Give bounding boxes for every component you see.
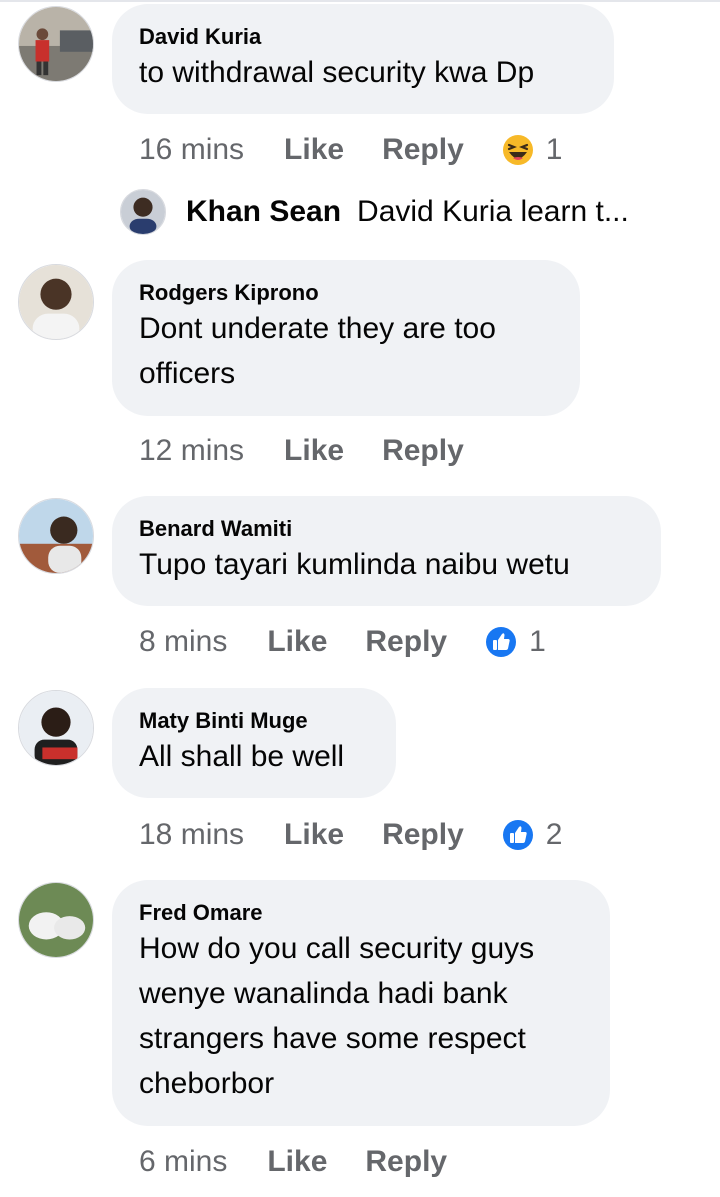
reply-button[interactable]: Reply (382, 133, 464, 167)
comment-time[interactable]: 8 mins (139, 625, 227, 659)
reply-button[interactable]: Reply (382, 434, 464, 468)
comment-text-line: How do you call security guys (139, 932, 535, 965)
haha-emoji-icon (502, 135, 533, 165)
comment-text-line: cheborbor (139, 1067, 275, 1100)
avatar[interactable] (18, 264, 94, 340)
comment-time[interactable]: 12 mins (139, 434, 244, 468)
commenter-name[interactable]: Benard Wamiti (139, 516, 633, 542)
comment-bubble: Fred Omare How do you call security guys… (112, 880, 610, 1126)
comment-meta: 18 mins Like Reply 2 (139, 815, 562, 855)
avatar[interactable] (18, 690, 94, 766)
comment-time[interactable]: 16 mins (139, 133, 244, 167)
reply-button[interactable]: Reply (382, 818, 464, 852)
reply-button[interactable]: Reply (365, 625, 447, 659)
comment-meta: 16 mins Like Reply 1 (139, 130, 562, 170)
like-button[interactable]: Like (267, 1145, 327, 1179)
like-button[interactable]: Like (284, 434, 344, 468)
commenter-name[interactable]: Rodgers Kiprono (139, 280, 552, 306)
reaction-summary[interactable]: 1 (502, 133, 563, 167)
reply-preview[interactable]: Khan Sean David Kuria learn t... (120, 186, 629, 238)
comment-meta: 6 mins Like Reply (139, 1142, 485, 1182)
comment-bubble: David Kuria to withdrawal security kwa D… (112, 4, 614, 114)
comment-meta: 8 mins Like Reply 1 (139, 622, 546, 662)
avatar[interactable] (18, 6, 94, 82)
commenter-name[interactable]: Fred Omare (139, 900, 582, 926)
comment-text: to withdrawal security kwa Dp (139, 56, 535, 89)
reply-button[interactable]: Reply (365, 1145, 447, 1179)
reaction-count: 2 (545, 818, 563, 851)
like-thumb-icon (486, 627, 517, 657)
comment-text: Tupo tayari kumlinda naibu wetu (139, 548, 570, 581)
commenter-name[interactable]: David Kuria (139, 24, 586, 50)
comment-bubble: Benard Wamiti Tupo tayari kumlinda naibu… (112, 496, 661, 606)
commenter-name[interactable]: Maty Binti Muge (139, 708, 368, 734)
reaction-summary[interactable]: 2 (502, 818, 563, 852)
like-button[interactable]: Like (284, 133, 344, 167)
comment-bubble: Maty Binti Muge All shall be well (112, 688, 396, 798)
avatar[interactable] (18, 882, 94, 958)
like-button[interactable]: Like (267, 625, 327, 659)
reply-avatar[interactable] (120, 189, 166, 235)
reaction-summary[interactable]: 1 (485, 625, 546, 659)
reaction-count: 1 (529, 625, 546, 658)
comment-time[interactable]: 18 mins (139, 818, 244, 852)
comment-text: All shall be well (139, 740, 345, 773)
comment-text-line: officers (139, 357, 236, 390)
avatar[interactable] (18, 498, 94, 574)
top-divider (0, 0, 720, 2)
reply-author-name[interactable]: Khan Sean (186, 195, 341, 229)
comment-text-line: wenye wanalinda hadi bank (139, 977, 508, 1010)
comment-time[interactable]: 6 mins (139, 1145, 227, 1179)
comment-bubble: Rodgers Kiprono Dont underate they are t… (112, 260, 580, 416)
like-button[interactable]: Like (284, 818, 344, 852)
reply-text: David Kuria learn t... (357, 195, 629, 228)
comment-meta: 12 mins Like Reply (139, 431, 502, 471)
reaction-count: 1 (545, 133, 563, 166)
like-thumb-icon (502, 820, 533, 850)
comment-text-line: Dont underate they are too (139, 312, 496, 345)
comment-text-line: strangers have some respect (139, 1022, 526, 1055)
